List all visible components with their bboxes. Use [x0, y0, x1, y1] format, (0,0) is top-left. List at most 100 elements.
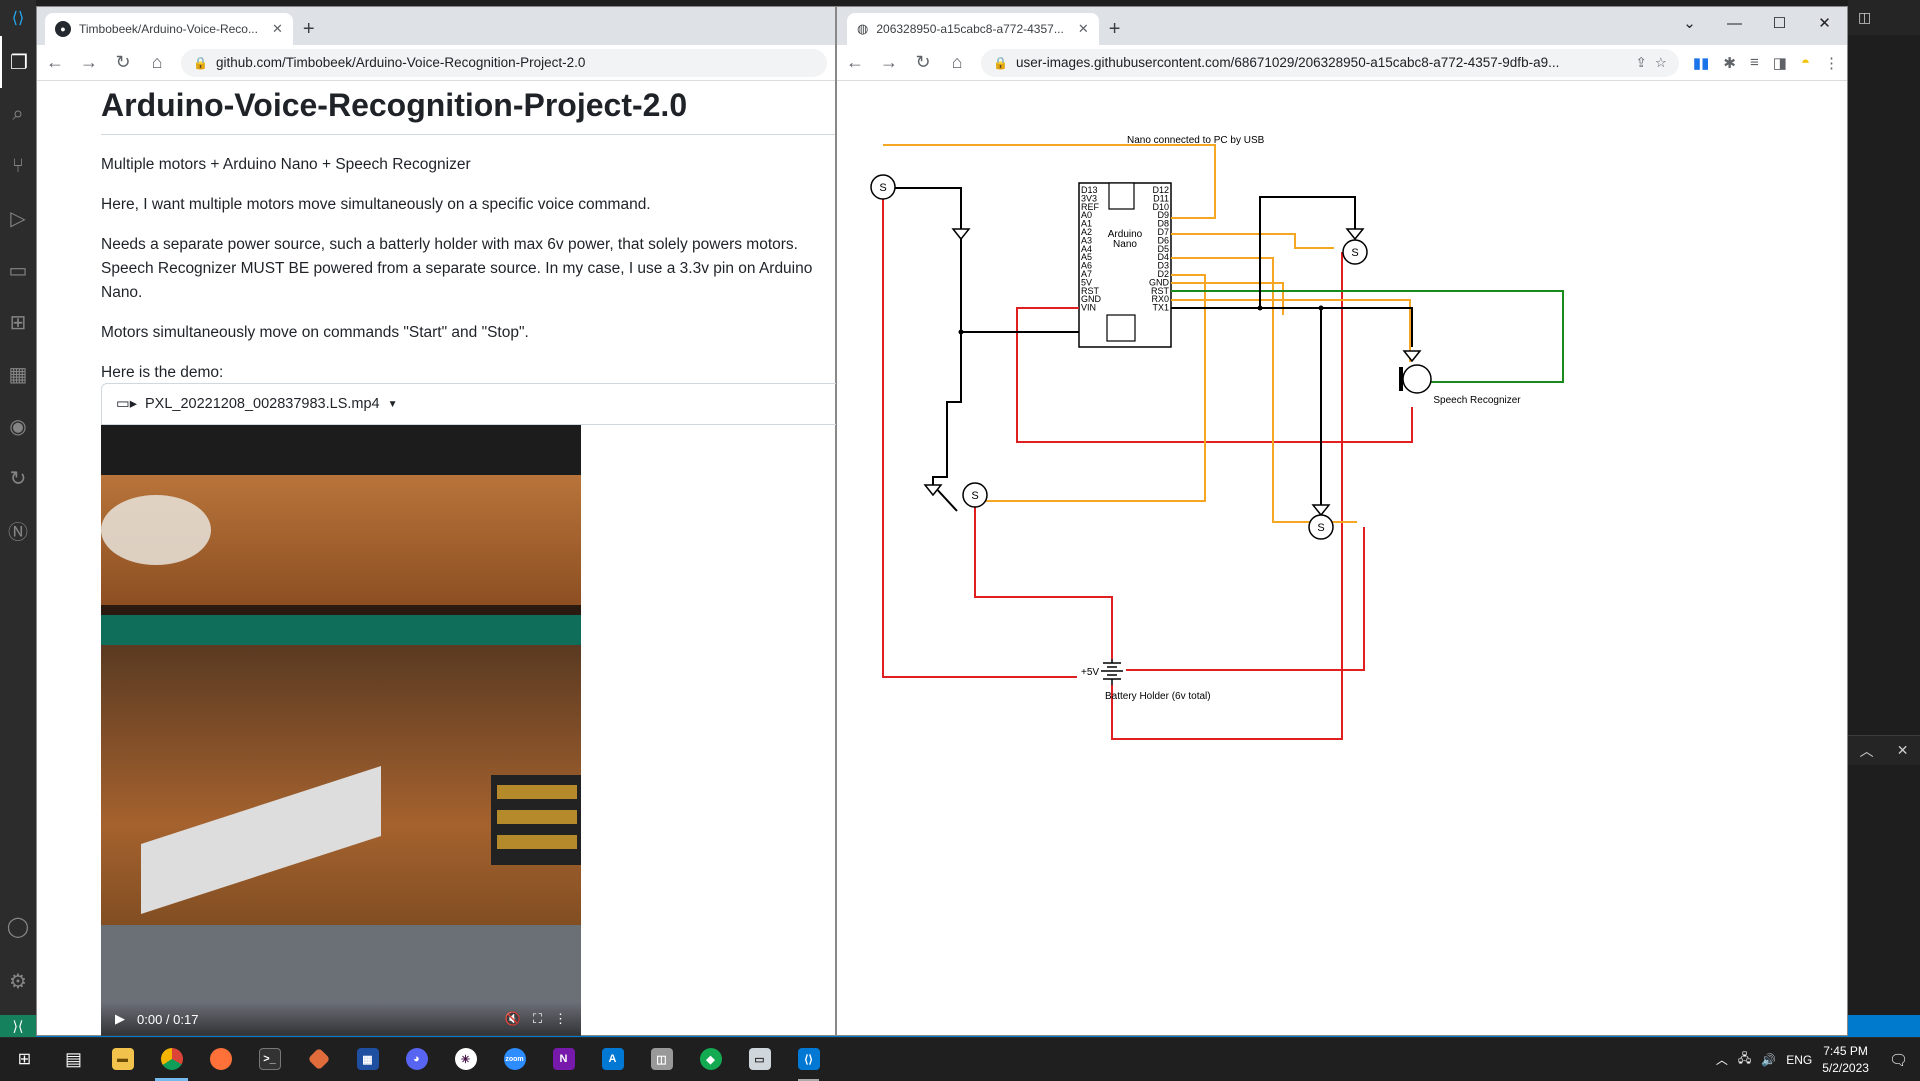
github-icon[interactable]: ◉: [0, 400, 36, 452]
notifications-icon[interactable]: 🗨: [1889, 1051, 1908, 1069]
volume-icon[interactable]: 🔊: [1761, 1053, 1776, 1067]
board-label: Nano: [1113, 239, 1137, 250]
right-toolbar: ← → ↻ ⌂ 🔒 user-images.githubusercontent.…: [837, 45, 1847, 81]
close-tab-icon[interactable]: ✕: [1078, 21, 1089, 37]
bookmark-star-icon[interactable]: ☆: [1655, 55, 1667, 71]
new-tab-button[interactable]: +: [303, 13, 315, 45]
readme-paragraph: Needs a separate power source, such a ba…: [101, 236, 813, 301]
clock-time: 7:45 PM: [1823, 1043, 1868, 1058]
remote-explorer-icon[interactable]: ▭: [0, 244, 36, 296]
right-url: user-images.githubusercontent.com/686710…: [1015, 55, 1560, 70]
video-header[interactable]: ▭▸ PXL_20221208_002837983.LS.mp4 ▼: [102, 384, 840, 424]
close-tab-icon[interactable]: ✕: [272, 21, 283, 37]
more-options-icon[interactable]: ⋮: [554, 1011, 567, 1027]
live-share-icon[interactable]: ↻: [0, 452, 36, 504]
accounts-icon[interactable]: ◯: [0, 900, 36, 952]
slack-icon[interactable]: ✳: [441, 1038, 490, 1081]
ground-symbols: [923, 228, 1422, 517]
windows-start-icon[interactable]: ⊞: [0, 1038, 49, 1081]
chrome-icon[interactable]: [147, 1038, 196, 1081]
panel-close-icon[interactable]: ✕: [1897, 742, 1909, 759]
video-player[interactable]: [101, 425, 581, 1035]
vscode-activity-bar: ⟨⟩ ❐ ⌕ ⑂ ▷ ▭ ⊞ ▦ ◉ ↻ Ⓝ ◯ ⚙: [0, 0, 36, 1040]
reload-icon[interactable]: ↻: [113, 52, 133, 73]
green-wire: [1171, 290, 1564, 383]
fullscreen-icon[interactable]: ⛶: [533, 1011, 542, 1027]
mongodb-icon[interactable]: ◆: [686, 1038, 735, 1081]
database-icon[interactable]: ◫: [637, 1038, 686, 1081]
tab-search-icon[interactable]: ⌄: [1667, 14, 1712, 32]
reload-icon[interactable]: ↻: [913, 52, 933, 73]
pin-label: VIN: [1081, 303, 1096, 313]
docker-icon[interactable]: ▦: [0, 348, 36, 400]
left-tab[interactable]: ● Timbobeek/Arduino-Voice-Reco... ✕: [45, 13, 293, 45]
home-icon[interactable]: ⌂: [947, 52, 967, 73]
minimize-icon[interactable]: —: [1712, 15, 1757, 32]
source-control-icon[interactable]: ⑂: [0, 140, 36, 192]
vscode-icon[interactable]: ⟨⟩: [784, 1038, 833, 1081]
circuit-diagram: Nano connected to PC by USB Arduino Nano…: [870, 135, 1564, 740]
readme-paragraph: Here is the demo:: [101, 364, 224, 381]
vscode-panel-header: ︿ ✕: [1848, 735, 1920, 765]
right-tab[interactable]: ◍ 206328950-a15cabc8-a772-4357... ✕: [847, 13, 1099, 45]
menu-icon[interactable]: ⋮: [1824, 54, 1839, 72]
left-browser-window: ● Timbobeek/Arduino-Voice-Reco... ✕ + ← …: [36, 6, 841, 1036]
terminal-icon[interactable]: >_: [245, 1038, 294, 1081]
show-hidden-icons-icon[interactable]: ︿: [1716, 1051, 1728, 1068]
new-tab-button[interactable]: +: [1109, 13, 1121, 45]
mute-icon[interactable]: 🔇: [505, 1011, 521, 1027]
remote-indicator-icon[interactable]: ⟩⟨: [0, 1015, 36, 1037]
azure-icon[interactable]: A: [588, 1038, 637, 1081]
dropdown-caret-icon[interactable]: ▼: [388, 399, 398, 410]
language-indicator[interactable]: ENG: [1786, 1053, 1812, 1067]
search-icon[interactable]: ⌕: [0, 88, 36, 140]
network-icon[interactable]: 🖧: [1738, 1049, 1751, 1070]
left-address-bar[interactable]: 🔒 github.com/Timbobeek/Arduino-Voice-Rec…: [181, 48, 827, 77]
app-window-icon[interactable]: ▭: [735, 1038, 784, 1081]
nodejs-icon[interactable]: Ⓝ: [0, 504, 36, 556]
run-debug-icon[interactable]: ▷: [0, 192, 36, 244]
vscode-editor-tabs-edge: ◫: [1848, 0, 1920, 35]
task-view-icon[interactable]: ▤: [49, 1038, 98, 1081]
settings-gear-icon[interactable]: ⚙: [0, 955, 36, 1007]
zoom-icon[interactable]: zoom: [490, 1038, 539, 1081]
clock[interactable]: 7:45 PM 5/2/2023: [1822, 1043, 1869, 1077]
servo-label: S: [1351, 247, 1358, 259]
firefox-icon[interactable]: [196, 1038, 245, 1081]
share-icon[interactable]: ⇪: [1635, 55, 1646, 71]
pin-label: TX1: [1152, 303, 1169, 313]
onenote-icon[interactable]: N: [539, 1038, 588, 1081]
side-panel-icon[interactable]: ◨: [1773, 54, 1787, 72]
usb-port: [1108, 182, 1135, 210]
left-tab-title: Timbobeek/Arduino-Voice-Reco...: [79, 22, 258, 36]
forward-icon[interactable]: →: [79, 52, 99, 73]
back-icon[interactable]: ←: [845, 52, 865, 73]
file-explorer-icon[interactable]: ▬: [98, 1038, 147, 1081]
globe-favicon-icon: ◍: [857, 21, 869, 36]
extensions-icon[interactable]: ⊞: [0, 296, 36, 348]
speech-recognizer-label: Speech Recognizer: [1433, 395, 1521, 406]
back-icon[interactable]: ←: [45, 52, 65, 73]
right-browser-window: ◍ 206328950-a15cabc8-a772-4357... ✕ + ⌄ …: [836, 6, 1848, 1036]
extension-icon[interactable]: ▮▮: [1693, 54, 1710, 72]
home-icon[interactable]: ⌂: [147, 52, 167, 73]
vscode-editor-edge: [1848, 0, 1920, 1015]
split-editor-icon[interactable]: ◫: [1858, 9, 1871, 26]
servo-motor: S: [870, 174, 896, 200]
app-icon[interactable]: [294, 1038, 343, 1081]
forward-icon[interactable]: →: [879, 52, 899, 73]
speech-recognizer: Speech Recognizer: [1399, 364, 1521, 406]
right-address-bar[interactable]: 🔒 user-images.githubusercontent.com/6867…: [981, 48, 1679, 77]
calendar-app-icon[interactable]: ▦: [343, 1038, 392, 1081]
puzzle-extensions-icon[interactable]: ✱: [1723, 54, 1736, 72]
profile-avatar-icon[interactable]: ◓: [1801, 54, 1810, 71]
page-title: Arduino-Voice-Recognition-Project-2.0: [101, 81, 835, 135]
discord-icon[interactable]: ◕: [392, 1038, 441, 1081]
play-icon[interactable]: ▶: [115, 1011, 125, 1027]
close-window-icon[interactable]: ✕: [1802, 14, 1847, 32]
right-tab-title: 206328950-a15cabc8-a772-4357...: [876, 22, 1064, 36]
reading-list-icon[interactable]: ≡: [1750, 54, 1759, 71]
panel-maximize-icon[interactable]: ︿: [1860, 741, 1874, 761]
maximize-icon[interactable]: ☐: [1757, 14, 1802, 32]
explorer-icon[interactable]: ❐: [0, 36, 36, 88]
